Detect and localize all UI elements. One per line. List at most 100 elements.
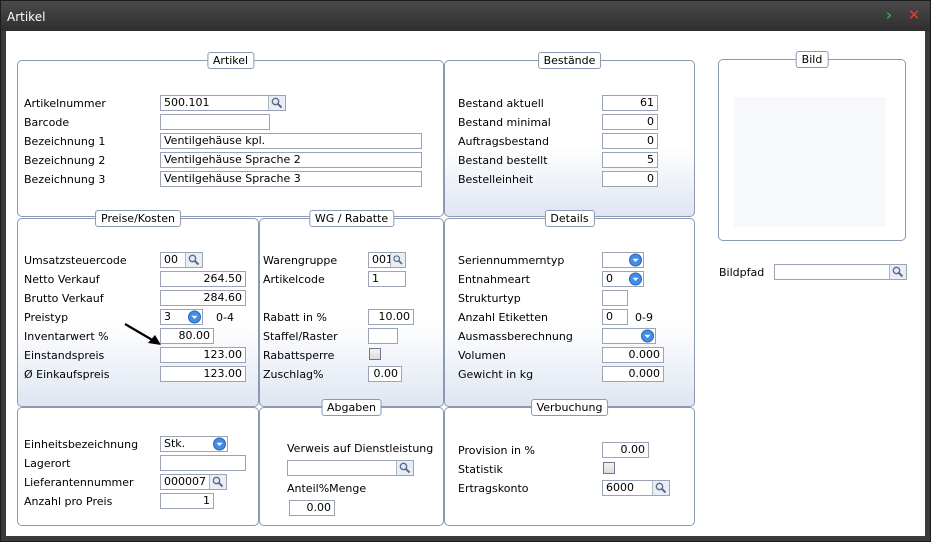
ertragskonto-field[interactable]: 6000 bbox=[602, 480, 670, 496]
rabattsperre-checkbox[interactable] bbox=[369, 348, 381, 360]
verbuchung-group: Verbuchung Provision in % 0.00 Statistik… bbox=[444, 399, 695, 526]
inventarwert-label: Inventarwert % bbox=[24, 330, 109, 343]
ertragskonto-value: 6000 bbox=[606, 481, 634, 494]
dropdown-circle-icon[interactable] bbox=[187, 310, 202, 324]
magnifier-icon[interactable] bbox=[209, 475, 226, 489]
gewicht-field[interactable]: 0.000 bbox=[602, 366, 664, 382]
staffel-field[interactable] bbox=[368, 328, 398, 344]
bild-legend: Bild bbox=[795, 51, 829, 68]
anteil-menge-field[interactable]: 0.00 bbox=[289, 500, 335, 516]
magnifier-icon[interactable] bbox=[390, 253, 405, 267]
umsatzsteuercode-field[interactable]: 00 bbox=[160, 252, 203, 268]
image-preview[interactable] bbox=[734, 97, 886, 227]
barcode-field[interactable] bbox=[160, 114, 270, 130]
brutto-verkauf-field[interactable]: 284.60 bbox=[160, 290, 246, 306]
lagerort-field[interactable] bbox=[160, 455, 246, 471]
bild-group: Bild bbox=[718, 51, 906, 241]
bezeichnung1-label: Bezeichnung 1 bbox=[24, 135, 106, 148]
wg-rabatte-group: WG / Rabatte Warengruppe 001 Artikelcode… bbox=[259, 210, 444, 407]
staffel-label: Staffel/Raster bbox=[263, 330, 338, 343]
rabattsperre-label: Rabattsperre bbox=[263, 349, 335, 362]
preise-legend: Preise/Kosten bbox=[95, 210, 181, 227]
zuschlag-field[interactable]: 0.00 bbox=[368, 366, 402, 382]
provision-label: Provision in % bbox=[458, 444, 535, 457]
etiketten-field[interactable]: 0 bbox=[602, 309, 628, 325]
form-area: Artikel Artikelnummer 500.101 Barcode Be… bbox=[6, 31, 925, 536]
artikelnummer-label: Artikelnummer bbox=[24, 97, 106, 110]
magnifier-icon[interactable] bbox=[396, 461, 413, 475]
lieferantennummer-field[interactable]: 000007 bbox=[160, 474, 227, 490]
strukturtyp-field[interactable] bbox=[602, 290, 628, 306]
netto-verkauf-label: Netto Verkauf bbox=[24, 273, 100, 286]
ertragskonto-label: Ertragskonto bbox=[458, 482, 529, 495]
rabatt-field[interactable]: 10.00 bbox=[368, 309, 414, 325]
seriennummerntyp-combo[interactable] bbox=[602, 252, 644, 268]
auftragsbestand-label: Auftragsbestand bbox=[458, 135, 549, 148]
brutto-verkauf-label: Brutto Verkauf bbox=[24, 292, 104, 305]
preistyp-label: Preistyp bbox=[24, 311, 69, 324]
artikelcode-label: Artikelcode bbox=[263, 273, 325, 286]
bezeichnung3-field[interactable]: Ventilgehäuse Sprache 3 bbox=[160, 171, 422, 187]
magnifier-icon[interactable] bbox=[889, 265, 906, 279]
umsatzsteuercode-value: 00 bbox=[164, 253, 178, 266]
anzahl-pro-preis-label: Anzahl pro Preis bbox=[24, 495, 113, 508]
magnifier-icon[interactable] bbox=[185, 253, 202, 267]
bestand-bestellt-label: Bestand bestellt bbox=[458, 154, 548, 167]
umsatzsteuercode-label: Umsatzsteuercode bbox=[24, 254, 127, 267]
inventarwert-field[interactable]: 80.00 bbox=[160, 328, 214, 344]
verweis-label: Verweis auf Dienstleistung bbox=[287, 442, 434, 455]
dropdown-circle-icon[interactable] bbox=[628, 253, 643, 267]
statistik-checkbox[interactable] bbox=[603, 462, 615, 474]
rabatt-label: Rabatt in % bbox=[263, 311, 327, 324]
ausmassberechnung-combo[interactable] bbox=[602, 328, 656, 344]
details-legend: Details bbox=[544, 210, 595, 227]
einstandspreis-field[interactable]: 123.00 bbox=[160, 347, 246, 363]
bestand-bestellt-field[interactable]: 5 bbox=[602, 152, 658, 168]
bezeichnung2-field[interactable]: Ventilgehäuse Sprache 2 bbox=[160, 152, 422, 168]
einheitsbezeichnung-combo[interactable]: Stk. bbox=[160, 436, 228, 452]
artikel-window: Artikel › ✕ Artikel Artikelnummer 500.10… bbox=[0, 0, 931, 542]
einstandspreis-label: Einstandspreis bbox=[24, 349, 105, 362]
bildpfad-field[interactable] bbox=[774, 264, 907, 280]
volumen-field[interactable]: 0.000 bbox=[602, 347, 664, 363]
artikel-group: Artikel Artikelnummer 500.101 Barcode Be… bbox=[17, 52, 444, 217]
wg-rabatte-legend: WG / Rabatte bbox=[308, 210, 395, 227]
anzahl-pro-preis-field[interactable]: 1 bbox=[160, 493, 214, 509]
zuschlag-label: Zuschlag% bbox=[263, 368, 324, 381]
seriennummerntyp-label: Seriennummerntyp bbox=[458, 254, 565, 267]
einheitsbezeichnung-label: Einheitsbezeichnung bbox=[24, 438, 139, 451]
einkaufspreis-field[interactable]: 123.00 bbox=[160, 366, 246, 382]
dropdown-circle-icon[interactable] bbox=[628, 272, 643, 286]
statistik-label: Statistik bbox=[458, 463, 503, 476]
window-title: Artikel bbox=[7, 10, 46, 24]
entnahmeart-combo[interactable]: 0 bbox=[602, 271, 644, 287]
gewicht-label: Gewicht in kg bbox=[458, 368, 534, 381]
preistyp-value: 3 bbox=[164, 310, 171, 323]
bestand-aktuell-field[interactable]: 61 bbox=[602, 95, 658, 111]
warengruppe-field[interactable]: 001 bbox=[368, 252, 406, 268]
artikelnummer-field[interactable]: 500.101 bbox=[160, 95, 286, 111]
abgaben-legend: Abgaben bbox=[321, 399, 382, 416]
lagerort-label: Lagerort bbox=[24, 457, 71, 470]
preistyp-combo[interactable]: 3 bbox=[160, 309, 203, 325]
bestand-minimal-field[interactable]: 0 bbox=[602, 114, 658, 130]
bestand-minimal-label: Bestand minimal bbox=[458, 116, 551, 129]
auftragsbestand-field[interactable]: 0 bbox=[602, 133, 658, 149]
magnifier-icon[interactable] bbox=[268, 96, 285, 110]
dropdown-circle-icon[interactable] bbox=[640, 329, 655, 343]
provision-field[interactable]: 0.00 bbox=[602, 442, 649, 458]
einheit-group: Einheitsbezeichnung Stk. Lagerort Liefer… bbox=[17, 407, 259, 526]
bestaende-legend: Bestände bbox=[537, 52, 602, 69]
details-group: Details Seriennummerntyp Entnahmeart 0 S… bbox=[444, 210, 695, 407]
bezeichnung1-field[interactable]: Ventilgehäuse kpl. bbox=[160, 133, 422, 149]
magnifier-icon[interactable] bbox=[652, 481, 669, 495]
netto-verkauf-field[interactable]: 264.50 bbox=[160, 271, 246, 287]
chevron-right-icon[interactable]: › bbox=[881, 7, 897, 23]
bestelleinheit-field[interactable]: 0 bbox=[602, 171, 658, 187]
dropdown-circle-icon[interactable] bbox=[212, 437, 227, 451]
close-icon[interactable]: ✕ bbox=[906, 7, 922, 23]
verweis-field[interactable] bbox=[287, 460, 414, 476]
artikelnummer-value: 500.101 bbox=[164, 96, 210, 109]
artikelcode-field[interactable]: 1 bbox=[368, 271, 406, 287]
barcode-label: Barcode bbox=[24, 116, 70, 129]
